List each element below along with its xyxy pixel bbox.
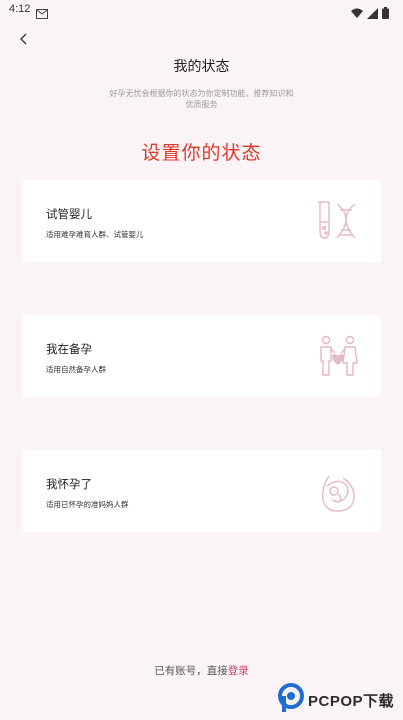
option-title: 我怀孕了 (46, 477, 92, 491)
couple-heart-icon (315, 333, 361, 379)
option-desc: 适用难孕难育人群、试管婴儿 (46, 230, 144, 239)
signal-icon (367, 4, 378, 23)
option-desc: 适用自然备孕人群 (46, 365, 106, 374)
option-title: 我在备孕 (46, 342, 92, 356)
pregnant-belly-icon (315, 468, 361, 514)
option-card-ivf[interactable]: 试管婴儿 适用难孕难育人群、试管婴儿 (22, 180, 381, 262)
watermark-text: PCPOP下载 (308, 692, 395, 710)
login-prompt: 已有账号，直接登录 (0, 663, 403, 678)
option-desc: 适用已怀孕的准妈妈人群 (46, 500, 129, 509)
watermark: PCPOP下载 (278, 683, 394, 717)
option-card-preparing[interactable]: 我在备孕 适用自然备孕人群 (22, 315, 381, 397)
pcpop-logo-icon (278, 683, 304, 717)
chevron-left-icon (19, 30, 29, 49)
battery-icon (382, 4, 389, 23)
test-tube-dna-icon (315, 198, 361, 244)
wifi-icon (351, 4, 363, 23)
status-time: 4:12 (9, 3, 31, 15)
back-button[interactable] (14, 29, 34, 49)
mail-icon (36, 4, 48, 23)
option-title: 试管婴儿 (46, 207, 92, 221)
option-card-pregnant[interactable]: 我怀孕了 适用已怀孕的准妈妈人群 (22, 450, 381, 532)
page-subtitle: 好孕无忧会根据你的状态为你定制功能、推荐知识和优质服务 (109, 89, 294, 109)
login-prompt-text: 已有账号，直接 (154, 665, 228, 677)
page-title: 我的状态 (173, 59, 230, 75)
status-bar: 4:12 (0, 0, 403, 24)
login-link[interactable]: 登录 (228, 665, 249, 677)
section-heading: 设置你的状态 (141, 142, 262, 164)
